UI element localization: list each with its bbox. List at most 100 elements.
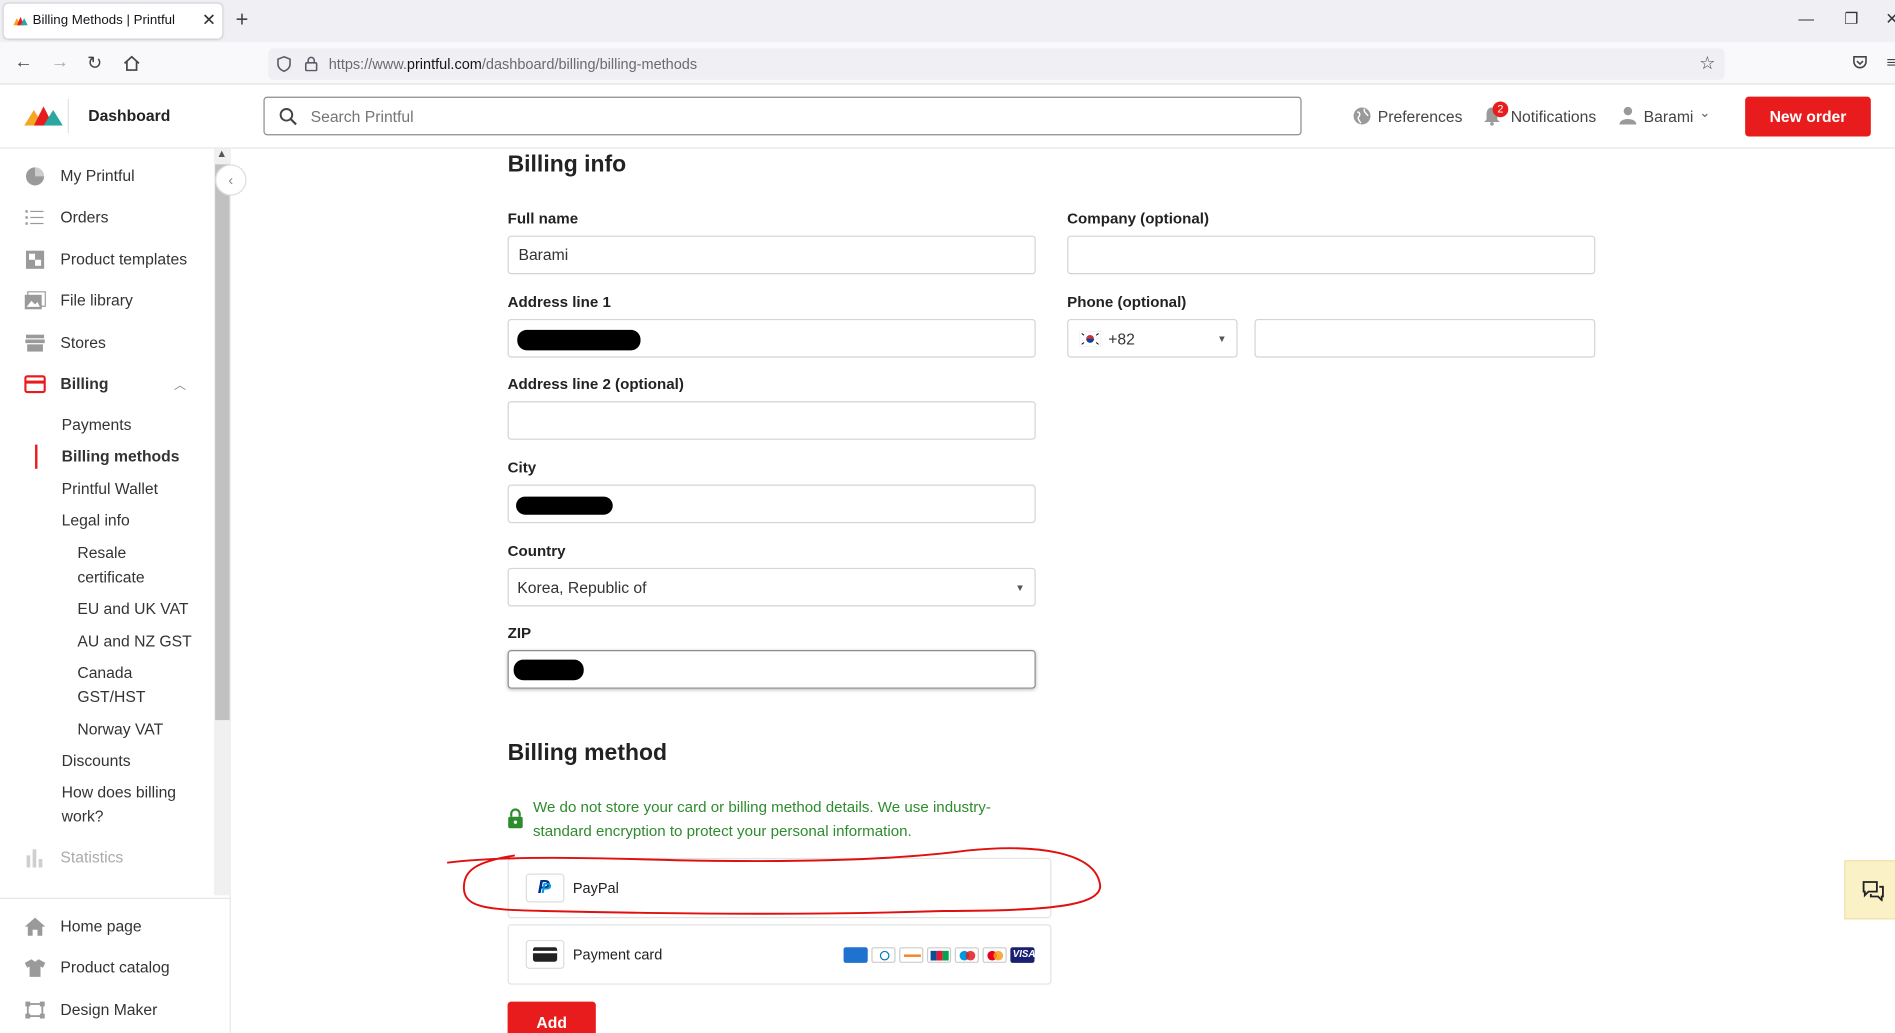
address-line-1-label: Address line 1 [507, 293, 611, 311]
full-name-input[interactable] [518, 245, 992, 264]
sidebar-scrollbar-thumb[interactable] [215, 164, 230, 721]
sidebar-label: Home page [60, 917, 142, 936]
preferences-link[interactable]: Preferences [1378, 108, 1463, 126]
bar-chart-icon [26, 849, 43, 868]
sidebar-item-billing[interactable]: Billing ︿ [24, 372, 193, 399]
sidebar-subitem-discounts[interactable]: Discounts [62, 749, 131, 773]
brand-title[interactable]: Dashboard [88, 106, 170, 124]
browser-tab[interactable]: Billing Methods | Printful ✕ [3, 3, 223, 39]
sidebar-subitem-norway-vat[interactable]: Norway VAT [77, 718, 163, 742]
pocket-icon[interactable] [1851, 54, 1868, 71]
billing-method-title: Billing method [507, 740, 668, 766]
company-input[interactable] [1078, 245, 1552, 264]
printful-favicon-icon [13, 16, 28, 26]
sidebar-label: Orders [60, 207, 109, 226]
notifications-link[interactable]: Notifications [1511, 108, 1597, 126]
dropdown-caret-icon: ▼ [1015, 582, 1025, 594]
maestro-icon [954, 947, 979, 963]
jcb-icon [926, 947, 952, 963]
payment-card-option[interactable]: Payment card VISA [507, 924, 1052, 985]
city-label: City [507, 459, 537, 477]
payment-card-label: Payment card [572, 946, 663, 963]
phone-number-field[interactable] [1254, 318, 1596, 358]
sidebar [0, 148, 231, 1033]
sidebar-label: Resale [77, 543, 127, 562]
sidebar-subitem-canada-gst[interactable]: Canada GST/HST [77, 661, 145, 709]
sidebar-label: How does billing [61, 782, 177, 802]
chevron-down-icon[interactable]: ⌄ [1699, 105, 1710, 120]
active-indicator [35, 444, 38, 469]
minimize-icon[interactable]: — [1798, 10, 1814, 28]
collapse-sidebar-button[interactable]: ‹ [215, 164, 247, 196]
zip-label: ZIP [507, 624, 532, 642]
security-note: We do not store your card or billing met… [532, 798, 991, 840]
globe-icon [1353, 107, 1371, 125]
tracking-shield-icon[interactable] [277, 55, 292, 73]
address-line-2-input[interactable] [518, 410, 992, 429]
sidebar-subitem-eu-uk-vat[interactable]: EU and UK VAT [77, 597, 188, 621]
address-line-2-label: Address line 2 (optional) [507, 375, 684, 393]
company-field[interactable] [1067, 235, 1596, 275]
search-input[interactable] [310, 105, 1278, 127]
sidebar-subitem-printful-wallet[interactable]: Printful Wallet [62, 477, 158, 501]
new-tab-icon[interactable]: + [236, 7, 249, 32]
phone-code: +82 [1108, 329, 1135, 348]
sidebar-subitem-legal-info[interactable]: Legal info [62, 509, 130, 533]
sidebar-subitem-how-billing-works[interactable]: How does billing work? [62, 780, 176, 828]
phone-country-select[interactable]: +82 ▼ [1067, 318, 1238, 358]
lock-icon [508, 808, 523, 829]
browser-tab-bar: Billing Methods | Printful ✕ + — ❐ ✕ [0, 0, 1895, 43]
mastercard-icon [982, 947, 1007, 963]
phone-number-input[interactable] [1265, 328, 1570, 347]
sidebar-label: GST/HST [77, 687, 146, 706]
scroll-up-icon[interactable]: ▲ [216, 147, 227, 159]
annotation-circle [447, 847, 1101, 915]
discover-icon [899, 947, 924, 963]
sidebar-label: Design Maker [60, 1000, 158, 1019]
address-line-2-field[interactable] [507, 401, 1036, 440]
back-icon[interactable]: ← [15, 52, 33, 73]
country-select[interactable]: Korea, Republic of ▼ [507, 567, 1036, 607]
user-menu[interactable]: Barami [1644, 108, 1694, 126]
sidebar-subitem-resale-certificate[interactable]: Resale certificate [77, 541, 144, 589]
brand-divider [67, 99, 69, 133]
sidebar-subitem-au-nz-gst[interactable]: AU and NZ GST [77, 629, 191, 653]
restore-icon[interactable]: ❐ [1844, 10, 1858, 29]
address-line-1-field[interactable] [507, 318, 1036, 358]
country-label: Country [507, 542, 566, 560]
redaction-mark [516, 496, 613, 515]
redaction-mark [513, 659, 584, 681]
full-name-field[interactable] [507, 235, 1036, 275]
sidebar-label: Product catalog [60, 958, 170, 977]
url-text: https://www.printful.com/dashboard/billi… [328, 55, 698, 73]
sidebar-label: Billing [60, 374, 109, 393]
zip-field[interactable] [507, 650, 1036, 689]
app-header: Dashboard Preferences Notifications Bara… [0, 84, 1895, 149]
forward-icon[interactable]: → [51, 52, 69, 73]
lock-icon[interactable] [304, 56, 318, 72]
close-tab-icon[interactable]: ✕ [202, 10, 216, 31]
bookmark-star-icon[interactable]: ☆ [1699, 52, 1715, 74]
address-bar[interactable]: https://www.printful.com/dashboard/billi… [268, 48, 1725, 80]
search-box[interactable] [263, 96, 1302, 136]
image-library-icon [24, 291, 46, 310]
add-button[interactable]: Add [507, 1001, 596, 1033]
chevron-up-icon[interactable]: ︿ [174, 375, 186, 392]
sidebar-subitem-billing-methods[interactable]: Billing methods [62, 445, 180, 469]
chat-button[interactable] [1844, 860, 1895, 920]
close-window-icon[interactable]: ✕ [1885, 10, 1895, 29]
credit-card-icon [24, 375, 46, 394]
home-icon[interactable] [123, 55, 140, 72]
pie-chart-icon [25, 167, 45, 186]
store-icon [25, 334, 45, 352]
city-field[interactable] [507, 484, 1036, 524]
menu-icon[interactable]: ≡ [1887, 53, 1895, 71]
chevron-left-icon: ‹ [228, 171, 234, 189]
new-order-button[interactable]: New order [1745, 96, 1871, 137]
sidebar-subitem-payments[interactable]: Payments [62, 413, 132, 437]
amex-icon [843, 947, 868, 963]
reload-icon[interactable]: ↻ [87, 52, 102, 74]
printful-logo[interactable] [24, 106, 63, 126]
full-name-label: Full name [507, 210, 579, 228]
credit-card-icon [525, 939, 565, 969]
